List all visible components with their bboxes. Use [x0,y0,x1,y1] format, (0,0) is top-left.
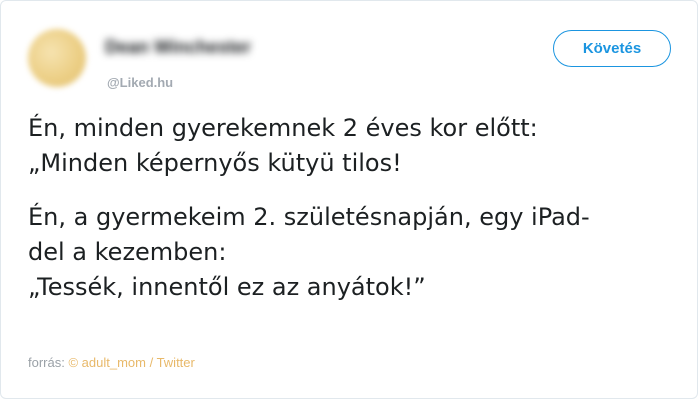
source-label: forrás: [28,355,65,370]
follow-button[interactable]: Követés [553,30,671,67]
tweet-card: Dean Winchester @Liked.hu Követés Én, mi… [0,0,698,399]
tweet-text: Én, minden gyerekemnek 2 éves kor előtt:… [28,111,648,305]
tweet-paragraph-1: Én, minden gyerekemnek 2 éves kor előtt:… [28,114,538,177]
display-name[interactable]: Dean Winchester [105,37,251,58]
source-line: forrás: © adult_mom / Twitter [28,355,195,370]
avatar[interactable] [28,29,86,87]
tweet-paragraph-2: Én, a gyermekeim 2. születésnapján, egy … [28,203,590,301]
user-handle[interactable]: @Liked.hu [107,75,173,90]
source-credit-link[interactable]: © adult_mom / Twitter [68,355,194,370]
